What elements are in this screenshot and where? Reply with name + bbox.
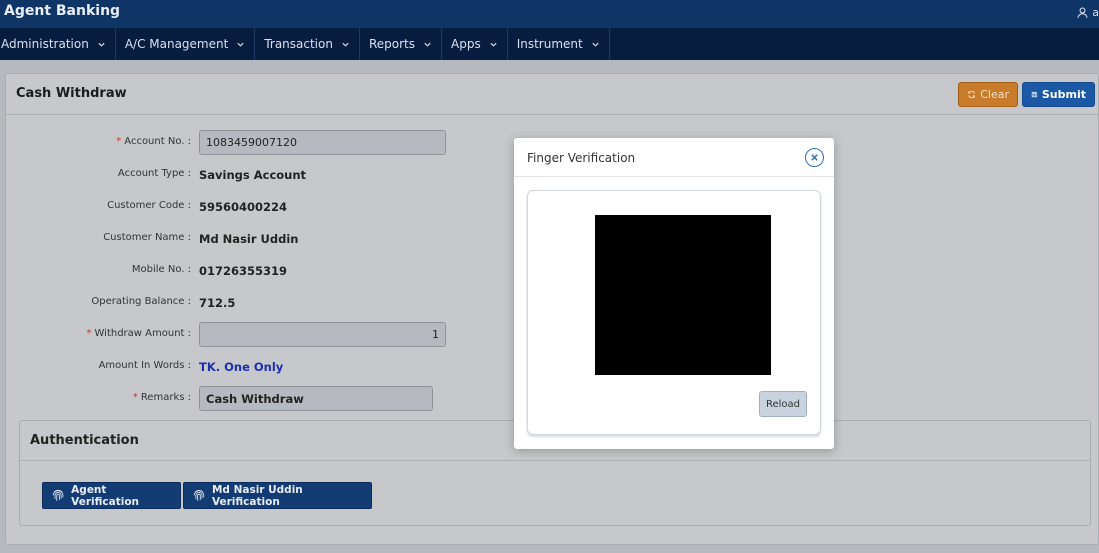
submit-label: Submit [1041, 88, 1086, 101]
customer-code-label: Customer Code : [107, 200, 191, 211]
remarks-input[interactable] [199, 386, 433, 411]
menu-administration[interactable]: Administration [0, 28, 116, 60]
label-text: Account No. : [124, 136, 191, 147]
mobile-label: Mobile No. : [131, 264, 191, 275]
customer-code-value: 59560400224 [199, 200, 288, 214]
top-bar: Agent Banking a [0, 0, 1099, 28]
reload-button[interactable]: Reload [759, 391, 807, 417]
modal-title: Finger Verification [527, 151, 636, 165]
authentication-title: Authentication [30, 433, 139, 448]
close-button[interactable] [805, 148, 824, 167]
mobile-value: 01726355319 [199, 264, 288, 278]
agent-verification-label: Agent Verification [71, 483, 140, 508]
chevron-down-icon [424, 42, 431, 47]
fingerprint-icon [52, 489, 64, 501]
modal-header: Finger Verification [514, 138, 834, 177]
chevron-down-icon [342, 42, 349, 47]
finger-verification-modal: Finger Verification Reload [514, 138, 834, 449]
app-title: Agent Banking [4, 3, 121, 19]
chevron-down-icon [490, 42, 497, 47]
remarks-label: * Remarks : [6, 392, 191, 403]
menu-label: Instrument [516, 37, 583, 51]
clear-button[interactable]: Clear [958, 82, 1018, 107]
account-type-label: Account Type : [117, 168, 191, 179]
menu-label: Reports [368, 37, 415, 51]
menu-label: Apps [451, 37, 481, 51]
account-type-value: Savings Account [199, 168, 307, 182]
withdraw-amount-label: * Withdraw Amount : [6, 328, 192, 339]
save-icon [1031, 91, 1038, 98]
clear-label: Clear [980, 88, 1009, 101]
customer-name-value: Md Nasir Uddin [199, 232, 299, 246]
menu-instrument[interactable]: Instrument [508, 28, 610, 60]
submit-button[interactable]: Submit [1022, 82, 1095, 107]
balance-label: Operating Balance : [91, 296, 191, 307]
menu-reports[interactable]: Reports [360, 28, 442, 60]
label-text: Withdraw Amount : [94, 328, 192, 339]
fingerprint-icon [193, 489, 205, 501]
refresh-icon [968, 90, 975, 99]
modal-body: Reload [527, 190, 821, 435]
balance-value: 712.5 [199, 296, 236, 310]
page-title: Cash Withdraw [16, 86, 127, 101]
menu-ac-management[interactable]: A/C Management [116, 28, 256, 60]
menu-transaction[interactable]: Transaction [255, 28, 360, 60]
menu-label: Administration [1, 37, 89, 51]
chevron-down-icon [592, 42, 599, 47]
fingerprint-scan-image [595, 215, 771, 375]
menu-label: Transaction [264, 37, 333, 51]
user-icon [1077, 7, 1088, 18]
amount-words-value: TK. One Only [199, 360, 284, 374]
customer-name-label: Customer Name : [103, 232, 191, 243]
user-menu[interactable]: a [1076, 2, 1099, 22]
amount-words-label: Amount In Words : [98, 360, 191, 371]
withdraw-amount-input[interactable] [199, 322, 446, 347]
main-menu: Administration A/C Management Transactio… [0, 28, 1099, 60]
chevron-down-icon [98, 42, 105, 47]
agent-verification-button[interactable]: Agent Verification [42, 482, 181, 509]
account-no-label: * Account No. : [6, 136, 191, 147]
close-icon [811, 154, 818, 161]
account-no-input[interactable] [199, 130, 446, 155]
menu-label: A/C Management [124, 37, 229, 51]
user-name: a [1092, 5, 1099, 19]
required-mark: * [86, 328, 92, 339]
customer-verification-label: Md Nasir Uddin Verification [211, 483, 303, 508]
label-text: Remarks : [140, 392, 191, 403]
required-mark: * [116, 136, 122, 147]
menu-apps[interactable]: Apps [442, 28, 508, 60]
chevron-down-icon [237, 42, 244, 47]
required-mark: * [132, 392, 138, 403]
customer-verification-button[interactable]: Md Nasir Uddin Verification [183, 482, 372, 509]
panel-header: Cash Withdraw Clear Submit [6, 74, 1098, 115]
